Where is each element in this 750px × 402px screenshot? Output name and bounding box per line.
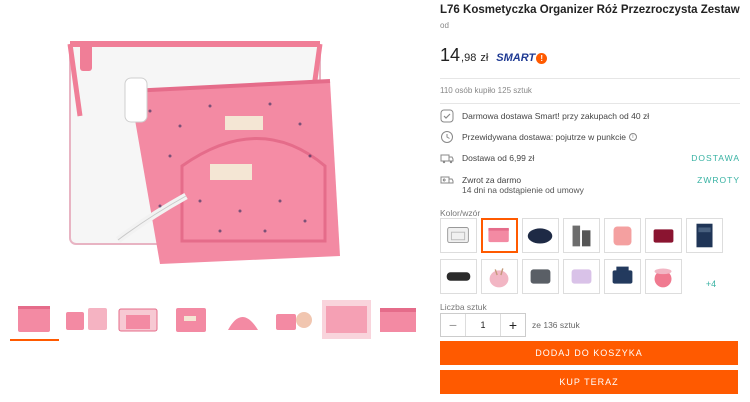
price-prefix: od	[440, 21, 449, 30]
variant-swatch-1[interactable]	[440, 218, 477, 253]
delivery-link[interactable]: DOSTAWA	[691, 153, 740, 163]
clock-icon	[440, 130, 454, 144]
free-delivery-text: Darmowa dostawa Smart! przy zakupach od …	[462, 111, 650, 121]
stock-text: ze 136 sztuk	[532, 320, 580, 330]
thumbnail-9[interactable]	[426, 300, 430, 341]
variant-swatch-3[interactable]	[522, 218, 559, 253]
variant-swatch-6[interactable]	[645, 218, 682, 253]
smart-check-icon	[440, 109, 454, 123]
free-delivery-row: Darmowa dostawa Smart! przy zakupach od …	[440, 108, 740, 124]
variant-swatch-9[interactable]	[481, 259, 518, 294]
thumbnail-1[interactable]	[10, 300, 59, 341]
smart-info-icon: !	[536, 52, 548, 64]
quantity-label: Liczba sztuk	[440, 302, 487, 312]
quantity-increase-button[interactable]: +	[501, 314, 525, 336]
thumbnail-5[interactable]	[218, 300, 267, 341]
variant-swatch-8[interactable]	[440, 259, 477, 294]
price-fraction: ,98	[461, 52, 477, 64]
variant-swatch-13[interactable]	[645, 259, 682, 294]
price: 14 ,98 zł SMART !	[440, 45, 548, 66]
variant-swatch-4[interactable]	[563, 218, 600, 253]
price-currency: zł	[480, 52, 489, 64]
quantity-stepper: − 1 +	[440, 313, 526, 337]
more-variants-link[interactable]: +4	[696, 267, 726, 302]
expected-delivery-row: Przewidywana dostawa: pojutrze w punkcie…	[440, 129, 740, 145]
variant-swatch-5[interactable]	[604, 218, 641, 253]
expected-delivery-text: Przewidywana dostawa: pojutrze w punkcie	[462, 132, 626, 142]
divider	[440, 103, 740, 104]
thumbnail-6[interactable]	[270, 300, 319, 341]
delivery-cost-text: Dostawa od 6,99 zł	[462, 153, 535, 163]
quantity-input[interactable]: 1	[465, 314, 501, 336]
truck-icon	[440, 151, 454, 165]
add-to-cart-button[interactable]: DODAJ DO KOSZYKA	[440, 341, 738, 365]
variant-swatch-7[interactable]	[686, 218, 723, 253]
divider	[440, 78, 740, 79]
product-photo	[67, 41, 340, 264]
smart-label: SMART	[496, 52, 536, 64]
main-product-image[interactable]	[10, 6, 422, 288]
variant-label: Kolor/wzór	[440, 208, 481, 218]
variant-swatch-2[interactable]	[481, 218, 518, 253]
variant-swatch-12[interactable]	[604, 259, 641, 294]
returns-title: Zwrot za darmo	[462, 175, 522, 185]
product-title: L76 Kosmetyczka Organizer Róż Przezroczy…	[440, 4, 740, 16]
thumbnail-4[interactable]	[166, 300, 215, 341]
returns-subtitle: 14 dni na odstąpienie od umowy	[462, 185, 584, 195]
return-truck-icon	[440, 173, 454, 187]
thumbnail-3[interactable]	[114, 300, 163, 341]
buy-now-button[interactable]: KUP TERAZ	[440, 370, 738, 394]
thumbnail-8[interactable]	[374, 300, 423, 341]
price-integer: 14	[440, 45, 461, 65]
thumbnail-7[interactable]	[322, 300, 371, 341]
info-icon[interactable]: i	[628, 133, 637, 141]
buyers-count: 110 osób kupiło 125 sztuk	[440, 86, 532, 95]
variant-swatch-10[interactable]	[522, 259, 559, 294]
smart-badge[interactable]: SMART !	[496, 52, 548, 64]
delivery-cost-row: Dostawa od 6,99 zł DOSTAWA	[440, 150, 740, 166]
quantity-decrease-button[interactable]: −	[441, 314, 465, 336]
returns-link[interactable]: ZWROTY	[697, 175, 740, 185]
variant-swatch-11[interactable]	[563, 259, 600, 294]
thumbnail-strip	[10, 300, 430, 344]
thumbnail-2[interactable]	[62, 300, 111, 341]
